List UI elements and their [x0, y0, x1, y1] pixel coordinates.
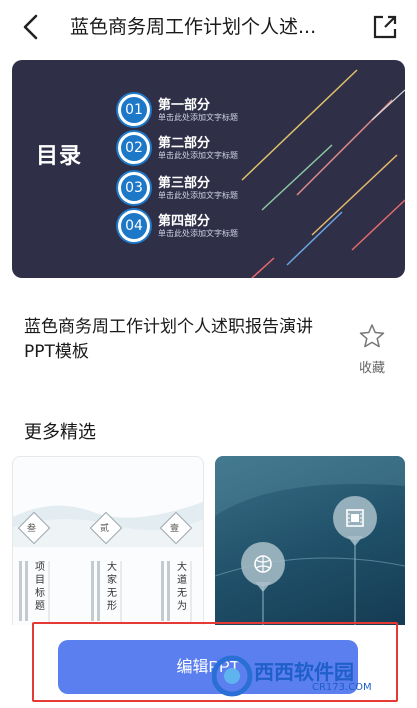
- card-column-title: 大道无为: [177, 562, 187, 612]
- star-icon: [359, 324, 385, 348]
- card-column-title: 项目标题: [35, 562, 45, 612]
- watermark: 西西软件园 CR173.COM: [212, 652, 408, 700]
- toc-item: 01 第一部分 单击此处添加文字标题: [118, 94, 318, 134]
- toc-subtitle: 单击此处添加文字标题: [158, 151, 238, 160]
- card-label: 壹: [170, 524, 180, 534]
- toc-number: 02: [118, 132, 150, 164]
- back-arrow-icon[interactable]: [16, 12, 46, 42]
- toc-subtitle: 单击此处添加文字标题: [158, 113, 238, 122]
- toc-item: 02 第二部分 单击此处添加文字标题: [118, 132, 318, 172]
- toc-heading: 第四部分: [158, 214, 211, 229]
- toc-item: 03 第三部分 单击此处添加文字标题: [118, 172, 318, 212]
- basketball-icon: [254, 555, 272, 573]
- favorite-button[interactable]: 收藏: [352, 323, 392, 376]
- ppt-preview[interactable]: 目录 01 第一部分 单击此处添加文字标题 02 第二部分 单击此处添加文字标题…: [12, 60, 405, 278]
- toc-heading: 第三部分: [158, 176, 211, 191]
- toc-item: 04 第四部分 单击此处添加文字标题: [118, 210, 318, 250]
- watermark-subtext: CR173.COM: [312, 682, 372, 693]
- top-bar: 蓝色商务周工作计划个人述...: [0, 0, 417, 56]
- template-card[interactable]: [215, 456, 405, 631]
- toc-title: 目录: [36, 144, 83, 169]
- toc-number: 04: [118, 210, 150, 242]
- toc-number: 03: [118, 172, 150, 204]
- card-thumbnail: [215, 456, 405, 631]
- film-icon: [346, 509, 364, 527]
- section-title-more: 更多精选: [24, 422, 96, 443]
- card-label: 叁: [27, 524, 37, 534]
- favorite-label: 收藏: [358, 361, 385, 376]
- watermark-text: 西西软件园: [254, 660, 354, 684]
- card-column-title: 大家无形: [107, 562, 117, 612]
- template-card[interactable]: 叁 贰 壹 项目标题 大家无形 大道无为: [12, 456, 204, 633]
- toc-subtitle: 单击此处添加文字标题: [158, 229, 238, 238]
- toc-heading: 第一部分: [158, 98, 211, 113]
- page-title: 蓝色商务周工作计划个人述...: [70, 16, 317, 38]
- card-label: 贰: [100, 524, 110, 534]
- toc-number: 01: [118, 94, 150, 126]
- toc-heading: 第二部分: [158, 136, 211, 151]
- share-icon[interactable]: [370, 12, 400, 42]
- toc-subtitle: 单击此处添加文字标题: [158, 191, 238, 200]
- document-title: 蓝色商务周工作计划个人述职报告演讲PPT模板: [24, 317, 313, 362]
